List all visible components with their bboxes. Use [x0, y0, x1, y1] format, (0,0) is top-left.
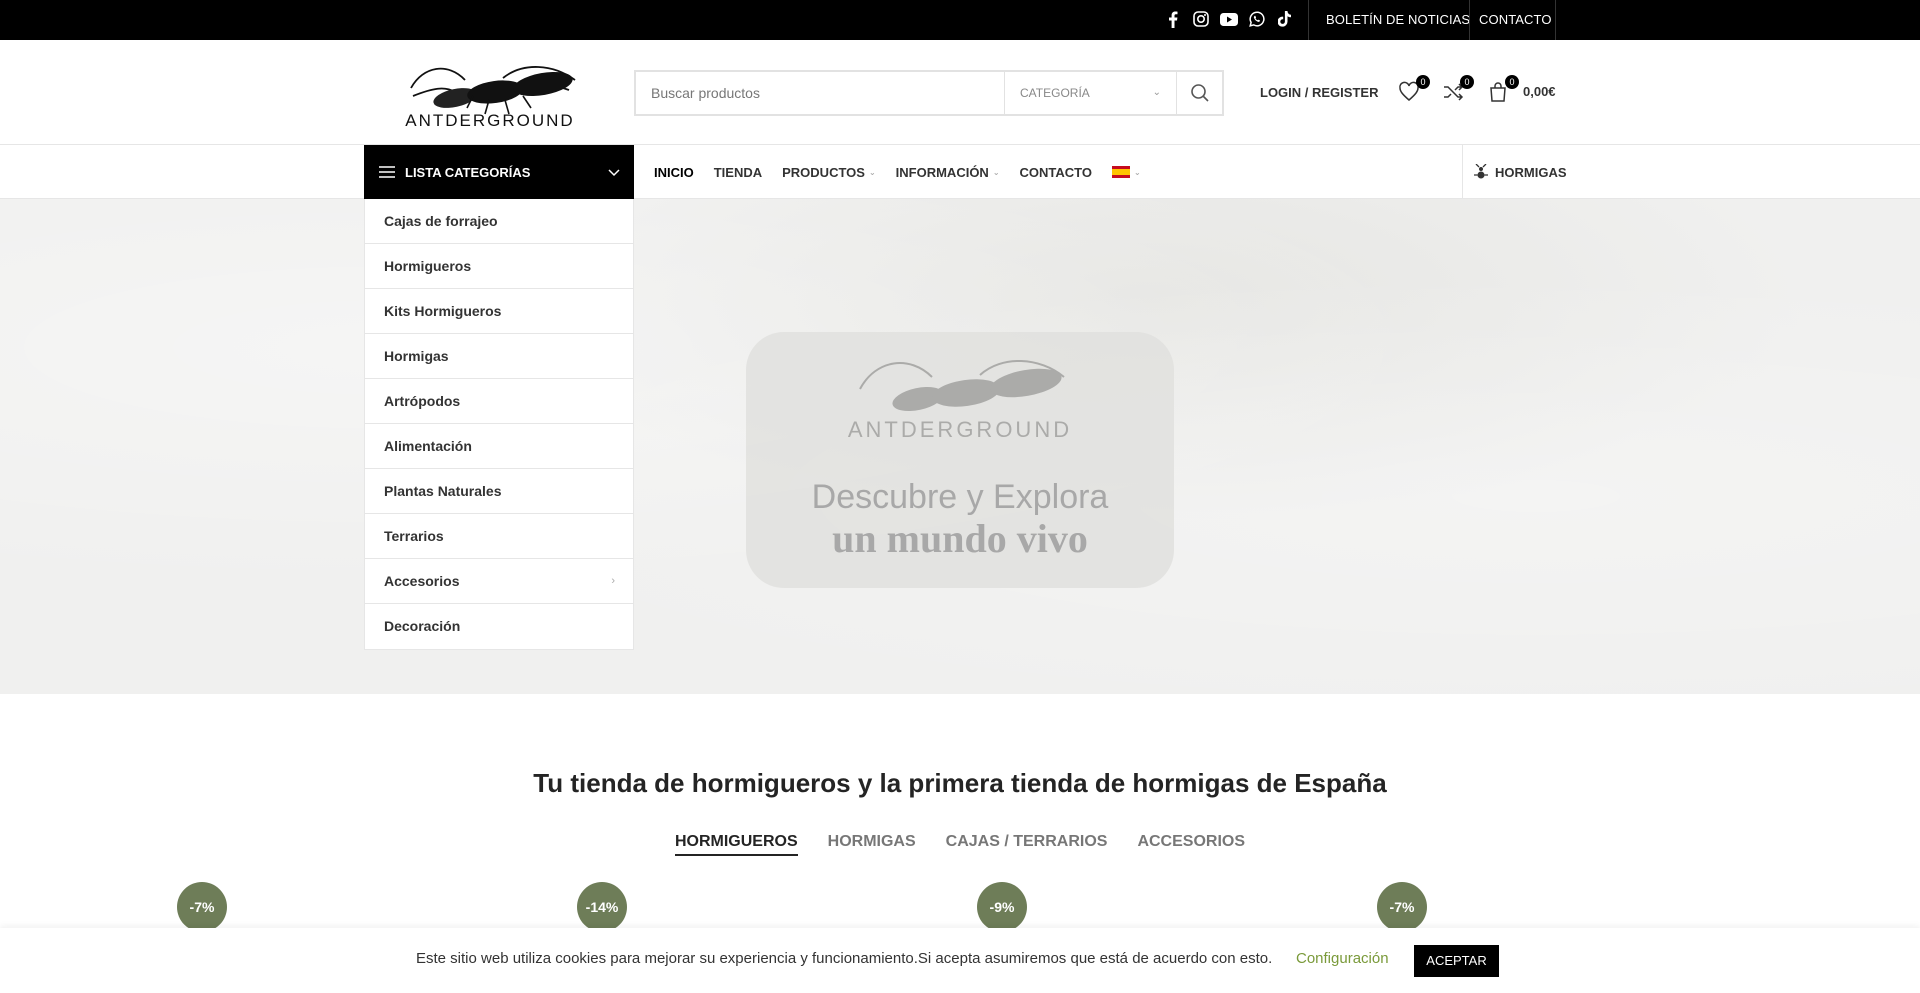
wishlist-button[interactable]: 0 — [1398, 75, 1430, 105]
nav-item-contacto[interactable]: CONTACTO — [1020, 165, 1092, 180]
search-bar: Buscar productos CATEGORÍA ⌄ — [634, 70, 1224, 116]
newsletter-link[interactable]: BOLETÍN DE NOTICIAS — [1326, 0, 1470, 40]
hero-tagline: Descubre y Explora — [811, 478, 1109, 516]
nav-item-label: PRODUCTOS — [782, 164, 865, 180]
tab-hormigas[interactable]: HORMIGAS — [828, 833, 916, 856]
hero-headline: un mundo vivo — [832, 516, 1088, 561]
chevron-down-icon — [608, 169, 620, 177]
category-item-terrarios[interactable]: Terrarios — [365, 514, 633, 559]
tab-cajas-terrarios[interactable]: CAJAS / TERRARIOS — [946, 833, 1108, 856]
product-tabs: HORMIGUEROS HORMIGAS CAJAS / TERRARIOS A… — [0, 833, 1920, 856]
discount-badge: -9% — [977, 882, 1027, 932]
category-item-hormigas[interactable]: Hormigas — [365, 334, 633, 379]
nav-item-label: CONTACTO — [1019, 164, 1092, 180]
spain-flag-icon — [1112, 166, 1130, 178]
chevron-down-icon: ⌄ — [992, 167, 1000, 177]
divider — [1469, 0, 1470, 40]
site-header: ANTDERGROUND Buscar productos CATEGORÍA … — [0, 40, 1920, 145]
categories-menu-button[interactable]: LISTA CATEGORÍAS — [364, 145, 634, 199]
nav-item-label: INICIO — [654, 164, 694, 180]
chevron-down-icon: ⌄ — [1152, 87, 1161, 98]
youtube-icon[interactable] — [1220, 8, 1238, 30]
category-item-decoracion[interactable]: Decoración — [365, 604, 633, 649]
category-item-plantas-naturales[interactable]: Plantas Naturales — [365, 469, 633, 514]
chevron-down-icon: ⌄ — [868, 167, 876, 177]
tab-accesorios[interactable]: ACCESORIOS — [1137, 833, 1245, 856]
categories-menu-label: LISTA CATEGORÍAS — [405, 164, 531, 180]
ant-icon — [1474, 164, 1488, 179]
main-nav-bar: LISTA CATEGORÍAS INICIO TIENDA PRODUCTOS… — [0, 145, 1920, 199]
category-item-cajas-de-forrajeo[interactable]: Cajas de forrajeo — [365, 199, 633, 244]
cookie-message: Este sitio web utiliza cookies para mejo… — [416, 950, 1273, 967]
nav-item-tienda[interactable]: TIENDA — [714, 165, 762, 180]
login-register-link[interactable]: LOGIN / REGISTER — [1260, 40, 1378, 145]
category-select[interactable]: CATEGORÍA ⌄ — [1004, 72, 1176, 114]
cookie-banner: Este sitio web utiliza cookies para mejo… — [0, 928, 1920, 993]
search-input[interactable]: Buscar productos — [636, 72, 1004, 114]
category-item-artropodos[interactable]: Artrópodos — [365, 379, 633, 424]
tab-hormigueros[interactable]: HORMIGUEROS — [674, 833, 798, 856]
cookie-settings-link[interactable]: Configuración — [1296, 950, 1389, 967]
nav-item-inicio[interactable]: INICIO — [654, 165, 694, 180]
search-button[interactable] — [1176, 72, 1222, 114]
nav-link-hormigas[interactable]: HORMIGAS — [1462, 145, 1567, 199]
nav-item-informacion[interactable]: INFORMACIÓN ⌄ — [896, 165, 1000, 180]
social-links — [1164, 8, 1294, 30]
section-headline: Tu tienda de hormigueros y la primera ti… — [533, 768, 1387, 798]
wishlist-count-badge: 0 — [1416, 75, 1430, 89]
chevron-right-icon: › — [611, 575, 615, 587]
category-select-label: CATEGORÍA — [1020, 86, 1090, 100]
cookie-accept-button[interactable]: ACEPTAR — [1414, 945, 1499, 977]
nav-item-label: INFORMACIÓN — [895, 164, 989, 180]
nav-item-label: TIENDA — [713, 164, 763, 180]
search-icon — [1190, 84, 1209, 102]
chevron-down-icon: ⌄ — [1134, 167, 1141, 177]
hamburger-icon — [379, 166, 395, 178]
compare-button[interactable]: 0 — [1442, 75, 1474, 105]
category-item-kits-hormigueros[interactable]: Kits Hormigueros — [365, 289, 633, 334]
cart-total[interactable]: 0,00€ — [1523, 84, 1556, 99]
svg-text:ANTDERGROUND: ANTDERGROUND — [405, 111, 574, 130]
cart-count-badge: 0 — [1505, 75, 1519, 89]
discount-badge: -14% — [577, 882, 627, 932]
facebook-icon[interactable] — [1164, 8, 1182, 30]
top-bar: BOLETÍN DE NOTICIAS CONTACTO — [0, 0, 1920, 40]
hero-logo: ANTDERGROUND — [840, 349, 1080, 444]
instagram-icon[interactable] — [1192, 8, 1210, 30]
discount-badge: -7% — [1377, 882, 1427, 932]
site-logo[interactable]: ANTDERGROUND — [393, 58, 588, 130]
divider — [1555, 0, 1556, 40]
divider — [1308, 0, 1309, 40]
compare-count-badge: 0 — [1460, 75, 1474, 89]
category-item-label: Accesorios — [384, 573, 460, 589]
nav-item-productos[interactable]: PRODUCTOS ⌄ — [782, 165, 876, 180]
topbar-contact-link[interactable]: CONTACTO — [1479, 0, 1552, 40]
cart-button[interactable]: 0 — [1487, 75, 1519, 105]
hero-banner[interactable]: ANTDERGROUND Descubre y Explora un mundo… — [0, 199, 1920, 694]
language-switcher[interactable]: ⌄ — [1112, 166, 1141, 178]
primary-nav: INICIO TIENDA PRODUCTOS ⌄ INFORMACIÓN ⌄ CO… — [654, 145, 1141, 199]
svg-text:ANTDERGROUND: ANTDERGROUND — [848, 417, 1072, 442]
category-item-hormigueros[interactable]: Hormigueros — [365, 244, 633, 289]
category-item-alimentacion[interactable]: Alimentación — [365, 424, 633, 469]
whatsapp-icon[interactable] — [1248, 8, 1266, 30]
discount-badge: -7% — [177, 882, 227, 932]
nav-link-hormigas-label: HORMIGAS — [1495, 164, 1567, 180]
categories-list: Cajas de forrajeo Hormigueros Kits Hormi… — [364, 199, 634, 650]
tiktok-icon[interactable] — [1276, 8, 1294, 30]
category-item-accesorios[interactable]: Accesorios › — [365, 559, 633, 604]
